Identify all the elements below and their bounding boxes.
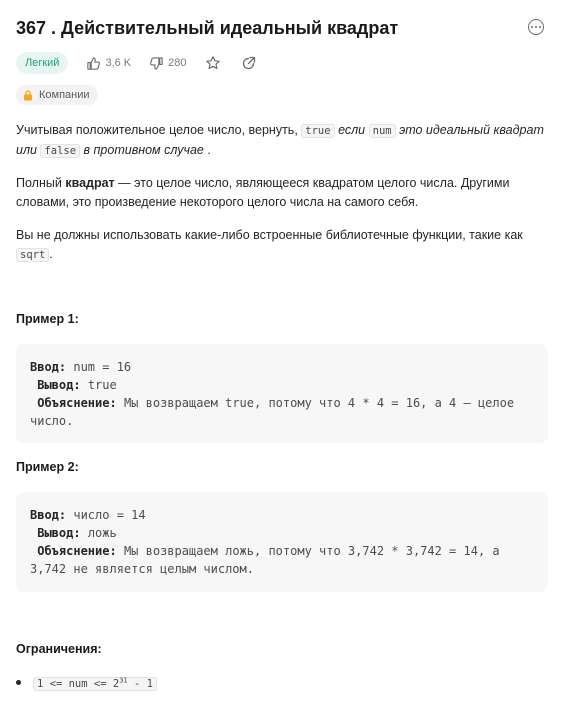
dislike-button[interactable]: 280 xyxy=(149,56,187,71)
thumbs-up-icon xyxy=(87,56,101,70)
constraint-tail: - 1 xyxy=(127,678,153,690)
description-paragraph-2: Полный квадрат — это целое число, являющ… xyxy=(16,174,546,212)
lock-icon xyxy=(24,89,32,100)
input-value: число = 14 xyxy=(73,508,146,522)
constraint-code: 1 <= num <= 231 - 1 xyxy=(33,677,157,691)
text: . xyxy=(207,143,211,157)
like-button[interactable]: 3,6 K xyxy=(86,56,131,71)
companies-tag[interactable]: Компании xyxy=(16,85,98,105)
text: в противном случае xyxy=(83,143,204,157)
bullet xyxy=(16,680,21,685)
description-paragraph-1: Учитывая положительное целое число, верн… xyxy=(16,121,546,161)
constraint-exponent: 31 xyxy=(119,676,128,685)
code-num: num xyxy=(368,124,396,138)
constraints-list: 1 <= num <= 231 - 1 xyxy=(16,675,546,691)
constraint-item: 1 <= num <= 231 - 1 xyxy=(33,675,157,691)
share-button[interactable] xyxy=(241,55,257,71)
more-options-icon[interactable] xyxy=(528,19,544,35)
text: Учитывая положительное целое число, верн… xyxy=(16,123,298,137)
input-label: Ввод: xyxy=(30,360,67,374)
bold-text: квадрат xyxy=(65,176,115,190)
favorite-button[interactable] xyxy=(205,55,221,71)
problem-title[interactable]: 367 . Действительный идеальный квадрат xyxy=(16,16,548,40)
code-sqrt: sqrt xyxy=(16,248,50,262)
description-paragraph-3: Вы не должны использовать какие-либо вст… xyxy=(16,226,546,265)
output-label: Вывод: xyxy=(37,526,81,540)
input-value: num = 16 xyxy=(73,360,132,374)
explanation-label: Объяснение: xyxy=(37,544,117,558)
code-false: false xyxy=(40,144,81,158)
output-label: Вывод: xyxy=(37,378,81,392)
example-1-block: Ввод: num = 16 Вывод: true Объяснение: М… xyxy=(16,344,548,443)
example-2-block: Ввод: число = 14 Вывод: ложь Объяснение:… xyxy=(16,492,548,592)
difficulty-badge: Легкий xyxy=(16,52,69,74)
constraints-title: Ограничения: xyxy=(16,642,102,656)
explanation-label: Объяснение: xyxy=(37,396,117,410)
text: Вы не должны использовать какие-либо вст… xyxy=(16,228,523,242)
output-value: true xyxy=(87,378,117,392)
text: . xyxy=(49,247,53,261)
text: если xyxy=(338,123,366,137)
example-2-title: Пример 2: xyxy=(16,460,79,474)
code-true: true xyxy=(301,124,335,138)
output-value: ложь xyxy=(87,526,117,540)
share-icon xyxy=(242,56,255,70)
companies-label: Компании xyxy=(39,89,90,101)
constraint-base: 1 <= num <= 2 xyxy=(37,678,120,690)
like-count: 3,6 K xyxy=(105,57,132,69)
example-1-title: Пример 1: xyxy=(16,312,79,326)
problem-meta-row: Легкий 3,6 K 280 xyxy=(16,52,277,74)
text: или xyxy=(16,143,37,157)
thumbs-down-icon xyxy=(150,56,163,70)
star-icon xyxy=(205,56,220,70)
text: Полный xyxy=(16,176,62,190)
dislike-count: 280 xyxy=(168,57,187,69)
input-label: Ввод: xyxy=(30,508,67,522)
text: это идеальный квадрат xyxy=(399,123,544,137)
title-row: 367 . Действительный идеальный квадрат xyxy=(16,16,548,40)
